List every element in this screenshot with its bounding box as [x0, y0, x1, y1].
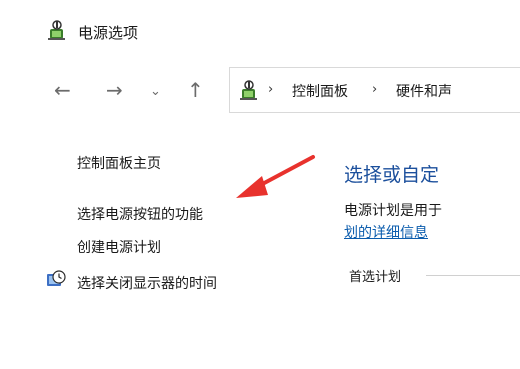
preferred-plans-label: 首选计划 [349, 270, 402, 285]
sidebar-item-display-off-time[interactable]: 选择关闭显示器的时间 [77, 273, 217, 293]
display-timer-icon [47, 270, 66, 286]
sidebar-item-create-power-plan[interactable]: 创建电源计划 [77, 237, 161, 257]
power-options-icon [48, 20, 65, 40]
breadcrumb-separator-icon[interactable]: › [268, 82, 273, 97]
section-divider [426, 275, 520, 276]
back-button[interactable]: ← [54, 80, 71, 100]
window-title: 电源选项 [78, 24, 139, 42]
sidebar-item-control-panel-home[interactable]: 控制面板主页 [77, 153, 161, 173]
sidebar-item-choose-power-buttons[interactable]: 选择电源按钮的功能 [77, 204, 203, 224]
page-description: 电源计划是用于 [344, 203, 442, 219]
breadcrumb-hardware-sound[interactable]: 硬件和声 [396, 81, 452, 101]
title-bar: 电源选项 [0, 0, 520, 62]
control-panel-icon [240, 80, 257, 100]
breadcrumb-control-panel[interactable]: 控制面板 [292, 81, 348, 101]
up-button[interactable]: ↑ [187, 80, 204, 100]
forward-button[interactable]: → [106, 80, 123, 100]
address-bar[interactable]: › 控制面板 › 硬件和声 [229, 67, 520, 113]
page-heading: 选择或自定 [344, 164, 440, 186]
details-link[interactable]: 划的详细信息 [344, 222, 428, 242]
breadcrumb-separator-icon[interactable]: › [372, 82, 377, 97]
recent-locations-chevron-icon[interactable]: ⌄ [150, 82, 161, 102]
